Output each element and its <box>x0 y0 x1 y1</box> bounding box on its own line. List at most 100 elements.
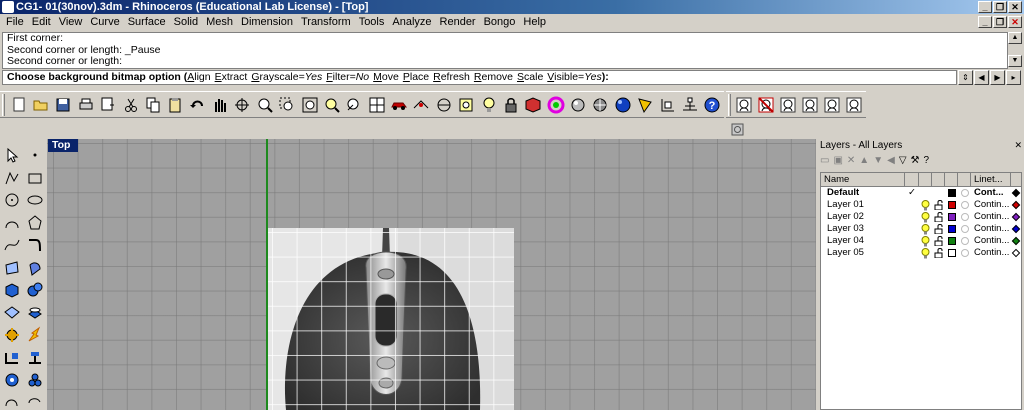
toolbar-grip[interactable] <box>728 93 731 116</box>
layer-linetype[interactable]: Contin... <box>971 199 1011 211</box>
menu-surface[interactable]: Surface <box>124 14 170 31</box>
column-on[interactable] <box>919 173 932 187</box>
flat-tool-button[interactable] <box>24 302 46 324</box>
layer-linetype[interactable]: Contin... <box>971 247 1011 259</box>
save-button[interactable] <box>53 94 74 116</box>
face-button[interactable] <box>778 94 799 116</box>
circle-tool-button[interactable] <box>1 189 23 211</box>
lightbulb-icon[interactable] <box>919 235 932 247</box>
prompt-option[interactable]: Place <box>403 71 429 83</box>
print-color-icon[interactable] <box>958 189 971 197</box>
curve-tool-button[interactable] <box>1 234 23 256</box>
layer-linetype[interactable]: Contin... <box>971 235 1011 247</box>
unlock-icon[interactable] <box>932 236 945 246</box>
plane-surface-tool-button[interactable] <box>1 302 23 324</box>
layer-color-swatch[interactable] <box>945 201 958 209</box>
prompt-option[interactable]: Move <box>373 71 399 83</box>
align-tool-button[interactable] <box>1 347 23 369</box>
unlock-icon[interactable] <box>932 200 945 210</box>
prompt-option[interactable]: Refresh <box>433 71 470 83</box>
layer-linetype[interactable]: Contin... <box>971 211 1011 223</box>
print-color-icon[interactable] <box>958 213 971 221</box>
four-viewports-button[interactable] <box>366 94 387 116</box>
layer-row[interactable]: Layer 04 Contin... <box>821 235 1021 247</box>
prompt-option[interactable]: Scale <box>517 71 543 83</box>
dimension-button[interactable] <box>679 94 700 116</box>
column-lock[interactable] <box>932 173 945 187</box>
polygon-tool-button[interactable] <box>24 212 46 234</box>
lightbulb-icon[interactable] <box>919 247 932 259</box>
dimension-tool-button[interactable] <box>24 347 46 369</box>
unlock-icon[interactable] <box>932 224 945 234</box>
print-color-icon[interactable] <box>958 201 971 209</box>
doc-restore-button[interactable]: ❐ <box>993 16 1007 28</box>
view-cube-icon[interactable] <box>730 121 746 137</box>
prompt-option[interactable]: Filter=No <box>326 71 369 83</box>
undo-button[interactable] <box>187 94 208 116</box>
lightbulb-icon[interactable] <box>919 199 932 211</box>
layer-row[interactable]: Layer 01 Contin... <box>821 199 1021 211</box>
trim-tool-button[interactable] <box>1 392 23 410</box>
paste-button[interactable] <box>165 94 186 116</box>
scroll-up-arrow-icon[interactable]: ▲ <box>1008 32 1022 44</box>
print-color-icon[interactable] <box>958 249 971 257</box>
scroll-down-arrow-icon[interactable]: ▼ <box>1008 55 1022 67</box>
scroll-end-icon[interactable]: ▸ <box>1006 70 1021 85</box>
rectangle-tool-button[interactable] <box>24 167 46 189</box>
help-icon[interactable]: ? <box>923 155 929 166</box>
layer-linetype[interactable]: Cont... <box>971 187 1011 199</box>
mark-button[interactable] <box>634 94 655 116</box>
prompt-option[interactable]: Remove <box>474 71 513 83</box>
unlock-icon[interactable] <box>932 248 945 258</box>
prompt-option[interactable]: Align <box>187 71 210 83</box>
explode-tool-button[interactable] <box>1 324 23 346</box>
new-layer-icon[interactable]: ▭ <box>820 155 829 166</box>
command-history[interactable]: First corner: Second corner or length: _… <box>2 32 1008 69</box>
help-button[interactable]: ? <box>702 94 723 116</box>
spin-icon[interactable]: ⇕ <box>958 70 973 85</box>
face-box-button[interactable] <box>822 94 843 116</box>
minimize-button[interactable]: _ <box>978 1 992 13</box>
box-tool-button[interactable] <box>1 279 23 301</box>
layer-row[interactable]: Layer 05 Contin... <box>821 247 1021 259</box>
zoom-window-button[interactable] <box>276 94 297 116</box>
grid-snap-button[interactable] <box>411 94 432 116</box>
menu-dimension[interactable]: Dimension <box>237 14 297 31</box>
layer-name[interactable]: Default <box>821 187 905 199</box>
move-up-icon[interactable]: ▲ <box>859 155 869 166</box>
ortho-button[interactable] <box>433 94 454 116</box>
layer-name[interactable]: Layer 03 <box>821 223 905 235</box>
print-color-icon[interactable] <box>958 237 971 245</box>
column-color[interactable] <box>945 173 958 187</box>
layer-row[interactable]: Layer 02 Contin... <box>821 211 1021 223</box>
menu-transform[interactable]: Transform <box>297 14 355 31</box>
copy-button[interactable] <box>142 94 163 116</box>
history-scrollbar[interactable]: ▲ ▼ <box>1008 32 1022 69</box>
flash-tool-button[interactable] <box>24 324 46 346</box>
cut-button[interactable] <box>120 94 141 116</box>
rhino-app-icon[interactable] <box>2 1 14 13</box>
extrude-tool-button[interactable] <box>24 257 46 279</box>
close-button[interactable]: ✕ <box>1008 1 1022 13</box>
print-width-diamond-icon[interactable] <box>1011 212 1021 222</box>
lightbulb-icon[interactable] <box>919 211 932 223</box>
zoom-extents-button[interactable] <box>299 94 320 116</box>
print-width-diamond-icon[interactable] <box>1011 224 1021 234</box>
menu-bongo[interactable]: Bongo <box>480 14 520 31</box>
array-tool-button[interactable] <box>1 369 23 391</box>
prompt-option[interactable]: Extract <box>215 71 248 83</box>
tools-icon[interactable]: ⚒ <box>911 155 920 166</box>
layer-name[interactable]: Layer 05 <box>821 247 905 259</box>
menu-render[interactable]: Render <box>436 14 480 31</box>
open-button[interactable] <box>30 94 51 116</box>
print-color-icon[interactable] <box>958 225 971 233</box>
select-arrow-tool-button[interactable] <box>1 144 23 166</box>
print-width-diamond-icon[interactable] <box>1011 248 1021 258</box>
fillet-tool-button[interactable] <box>24 234 46 256</box>
print-width-diamond-icon[interactable] <box>1011 200 1021 210</box>
menu-tools[interactable]: Tools <box>355 14 389 31</box>
top-viewport[interactable]: Top <box>47 139 816 410</box>
color-wheel-button[interactable] <box>545 94 566 116</box>
light-button[interactable] <box>478 94 499 116</box>
print-width-diamond-icon[interactable] <box>1011 188 1021 198</box>
